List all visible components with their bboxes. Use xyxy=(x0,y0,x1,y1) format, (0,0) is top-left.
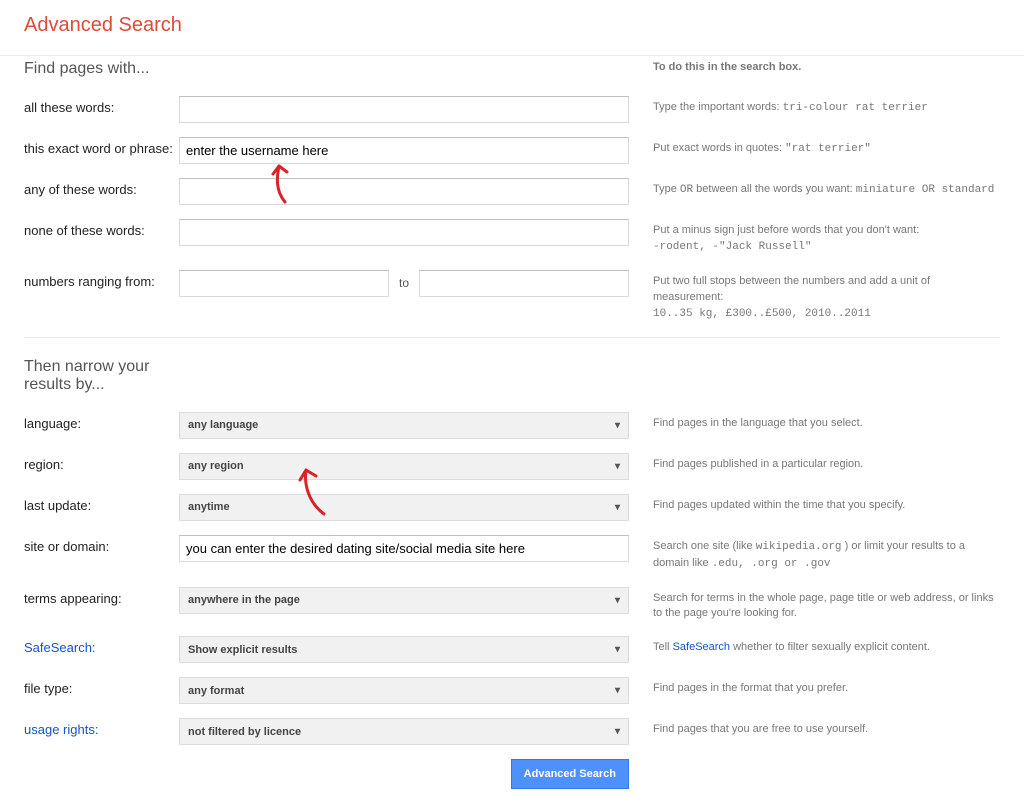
label-file-type: file type: xyxy=(24,677,179,696)
file-type-select[interactable]: any format ▾ xyxy=(179,677,629,704)
tip-none-words: Put a minus sign just before words that … xyxy=(629,219,1000,256)
tip-file-type: Find pages in the format that you prefer… xyxy=(629,677,1000,697)
label-any-words: any of these words: xyxy=(24,178,179,197)
tip-all-words: Type the important words: tri-colour rat… xyxy=(629,96,1000,117)
region-select[interactable]: any region ▾ xyxy=(179,453,629,480)
label-terms: terms appearing: xyxy=(24,587,179,606)
label-last-update: last update: xyxy=(24,494,179,513)
none-words-input[interactable] xyxy=(179,219,629,246)
safesearch-link[interactable]: SafeSearch: xyxy=(24,640,96,655)
page-title: Advanced Search xyxy=(24,0,1000,55)
any-words-input[interactable] xyxy=(179,178,629,205)
label-all-words: all these words: xyxy=(24,96,179,115)
label-site: site or domain: xyxy=(24,535,179,554)
tip-num-range: Put two full stops between the numbers a… xyxy=(629,270,1000,323)
num-from-input[interactable] xyxy=(179,270,389,297)
narrow-heading: Then narrow your results by... xyxy=(24,358,184,394)
chevron-down-icon: ▾ xyxy=(615,461,620,472)
todo-heading: To do this in the search box. xyxy=(629,56,1000,76)
tip-exact-phrase: Put exact words in quotes: "rat terrier" xyxy=(629,137,1000,158)
divider xyxy=(24,337,1000,338)
terms-select[interactable]: anywhere in the page ▾ xyxy=(179,587,629,614)
chevron-down-icon: ▾ xyxy=(615,420,620,431)
exact-phrase-input[interactable] xyxy=(179,137,629,164)
safesearch-select[interactable]: Show explicit results ▾ xyxy=(179,636,629,663)
label-safesearch: SafeSearch: xyxy=(24,636,179,655)
label-none-words: none of these words: xyxy=(24,219,179,238)
num-to-label: to xyxy=(399,276,409,290)
num-to-input[interactable] xyxy=(419,270,629,297)
tip-any-words: Type OR between all the words you want: … xyxy=(629,178,1000,199)
label-exact-phrase: this exact word or phrase: xyxy=(24,137,179,156)
tip-terms: Search for terms in the whole page, page… xyxy=(629,587,1000,623)
chevron-down-icon: ▾ xyxy=(615,595,620,606)
site-input[interactable] xyxy=(179,535,629,562)
chevron-down-icon: ▾ xyxy=(615,685,620,696)
tip-region: Find pages published in a particular reg… xyxy=(629,453,1000,473)
safesearch-help-link[interactable]: SafeSearch xyxy=(673,641,730,653)
label-region: region: xyxy=(24,453,179,472)
label-usage-rights: usage rights: xyxy=(24,718,179,737)
label-language: language: xyxy=(24,412,179,431)
all-words-input[interactable] xyxy=(179,96,629,123)
chevron-down-icon: ▾ xyxy=(615,502,620,513)
language-select[interactable]: any language ▾ xyxy=(179,412,629,439)
advanced-search-button[interactable]: Advanced Search xyxy=(511,759,629,789)
tip-safesearch: Tell SafeSearch whether to filter sexual… xyxy=(629,636,1000,656)
label-num-range: numbers ranging from: xyxy=(24,270,179,289)
usage-rights-select[interactable]: not filtered by licence ▾ xyxy=(179,718,629,745)
tip-last-update: Find pages updated within the time that … xyxy=(629,494,1000,514)
tip-language: Find pages in the language that you sele… xyxy=(629,412,1000,432)
chevron-down-icon: ▾ xyxy=(615,726,620,737)
usage-rights-link[interactable]: usage rights: xyxy=(24,722,98,737)
last-update-select[interactable]: anytime ▾ xyxy=(179,494,629,521)
tip-usage-rights: Find pages that you are free to use your… xyxy=(629,718,1000,738)
tip-site: Search one site (like wikipedia.org ) or… xyxy=(629,535,1000,573)
chevron-down-icon: ▾ xyxy=(615,644,620,655)
